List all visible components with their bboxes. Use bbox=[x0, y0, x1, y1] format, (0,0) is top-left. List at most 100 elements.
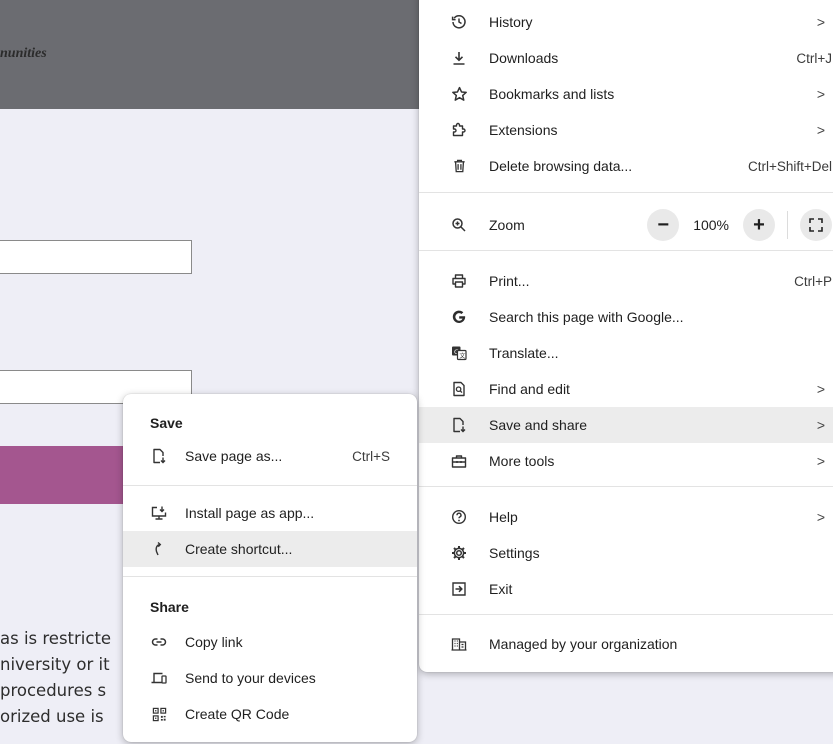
google-icon bbox=[447, 305, 471, 329]
section-title-save: Save bbox=[150, 415, 183, 431]
chevron-right-icon: > bbox=[816, 509, 825, 525]
section-title-share: Share bbox=[150, 599, 189, 615]
chevron-right-icon: > bbox=[816, 381, 825, 397]
menu-item-label: Bookmarks and lists bbox=[489, 86, 615, 102]
browser-main-menu: History > Downloads Ctrl+J Bookmarks and… bbox=[419, 0, 833, 672]
menu-item-label: Create QR Code bbox=[185, 706, 290, 722]
menu-item-copy-link[interactable]: Copy link bbox=[123, 624, 417, 660]
menu-item-settings[interactable]: Settings bbox=[419, 535, 833, 571]
history-icon bbox=[447, 10, 471, 34]
toolbox-icon bbox=[447, 449, 471, 473]
shortcut-label: Ctrl+Shift+Del bbox=[747, 158, 832, 174]
shortcut-label: Ctrl+P bbox=[794, 273, 832, 289]
menu-item-history[interactable]: History > bbox=[419, 4, 833, 40]
shortcut-arrow-icon bbox=[147, 537, 171, 561]
notice-text-line: niversity or it bbox=[0, 655, 110, 674]
exit-icon bbox=[447, 577, 471, 601]
save-share-icon bbox=[447, 413, 471, 437]
menu-item-label: Send to your devices bbox=[185, 670, 316, 686]
building-icon bbox=[447, 632, 471, 656]
menu-item-label: Settings bbox=[489, 545, 540, 561]
save-page-icon bbox=[147, 444, 171, 468]
menu-item-downloads[interactable]: Downloads Ctrl+J bbox=[419, 40, 833, 76]
link-icon bbox=[147, 630, 171, 654]
download-icon bbox=[447, 46, 471, 70]
puzzle-icon bbox=[447, 118, 471, 142]
menu-item-send-to-devices[interactable]: Send to your devices bbox=[123, 660, 417, 696]
menu-item-label: History bbox=[489, 14, 533, 30]
gear-icon bbox=[447, 541, 471, 565]
username-field[interactable] bbox=[0, 240, 192, 274]
qr-code-icon bbox=[147, 702, 171, 726]
zoom-in-button[interactable]: + bbox=[743, 209, 775, 241]
notice-text-line: procedures s bbox=[0, 681, 107, 700]
menu-item-save-page-as[interactable]: Save page as... Ctrl+S bbox=[123, 438, 417, 474]
menu-item-find-and-edit[interactable]: Find and edit > bbox=[419, 371, 833, 407]
devices-icon bbox=[147, 666, 171, 690]
install-app-icon bbox=[147, 501, 171, 525]
menu-item-label: Save and share bbox=[489, 417, 588, 433]
menu-item-label: Find and edit bbox=[489, 381, 570, 397]
save-and-share-submenu: Save Save page as... Ctrl+S Install page… bbox=[123, 394, 417, 742]
chevron-right-icon: > bbox=[816, 417, 825, 433]
zoom-out-button[interactable]: − bbox=[647, 209, 680, 241]
shortcut-label: Ctrl+J bbox=[796, 50, 832, 66]
zoom-icon bbox=[447, 213, 471, 237]
menu-item-more-tools[interactable]: More tools > bbox=[419, 443, 833, 479]
menu-divider bbox=[123, 576, 417, 577]
menu-divider bbox=[419, 614, 833, 615]
zoom-level: 100% bbox=[693, 217, 729, 233]
menu-item-help[interactable]: Help > bbox=[419, 499, 833, 535]
menu-item-exit[interactable]: Exit bbox=[419, 571, 833, 607]
star-icon bbox=[447, 82, 471, 106]
menu-divider bbox=[123, 485, 417, 486]
menu-item-create-shortcut[interactable]: Create shortcut... bbox=[123, 531, 417, 567]
print-icon bbox=[447, 269, 471, 293]
menu-item-label: Downloads bbox=[489, 50, 559, 66]
trash-icon bbox=[447, 154, 471, 178]
zoom-controls: − 100% + bbox=[647, 207, 832, 243]
menu-divider bbox=[419, 486, 833, 487]
svg-text:文: 文 bbox=[459, 352, 465, 360]
chevron-right-icon: > bbox=[816, 14, 825, 30]
menu-item-delete-browsing-data[interactable]: Delete browsing data... Ctrl+Shift+Del bbox=[419, 148, 833, 184]
menu-item-label: Delete browsing data... bbox=[489, 158, 633, 174]
menu-item-label: Save page as... bbox=[185, 448, 283, 464]
menu-item-print[interactable]: Print... Ctrl+P bbox=[419, 263, 833, 299]
menu-item-label: Print... bbox=[489, 273, 530, 289]
menu-item-label: Managed by your organization bbox=[489, 636, 678, 652]
menu-item-bookmarks[interactable]: Bookmarks and lists > bbox=[419, 76, 833, 112]
login-button[interactable] bbox=[0, 446, 140, 504]
chevron-right-icon: > bbox=[816, 453, 825, 469]
menu-item-label: Exit bbox=[489, 581, 513, 597]
menu-item-label: Install page as app... bbox=[185, 505, 315, 521]
menu-divider bbox=[419, 192, 833, 193]
fullscreen-button[interactable] bbox=[800, 209, 832, 241]
notice-text-line: orized use is bbox=[0, 707, 104, 726]
notice-text-line: as is restricte bbox=[0, 629, 112, 648]
menu-item-save-and-share[interactable]: Save and share > bbox=[419, 407, 833, 443]
menu-divider bbox=[419, 250, 833, 251]
menu-item-label: Help bbox=[489, 509, 518, 525]
menu-item-zoom: Zoom − 100% + bbox=[419, 200, 833, 250]
menu-item-managed[interactable]: Managed by your organization bbox=[419, 626, 833, 662]
menu-item-label: Extensions bbox=[489, 122, 558, 138]
page-header-title: nunities bbox=[0, 46, 47, 61]
menu-item-label: Search this page with Google... bbox=[489, 309, 684, 325]
help-icon bbox=[447, 505, 471, 529]
menu-item-extensions[interactable]: Extensions > bbox=[419, 112, 833, 148]
chevron-right-icon: > bbox=[816, 122, 825, 138]
menu-item-label: Copy link bbox=[185, 634, 243, 650]
chevron-right-icon: > bbox=[816, 86, 825, 102]
menu-item-create-qr-code[interactable]: Create QR Code bbox=[123, 696, 417, 732]
menu-item-install-app[interactable]: Install page as app... bbox=[123, 495, 417, 531]
find-icon bbox=[447, 377, 471, 401]
fullscreen-icon bbox=[809, 218, 823, 232]
menu-item-label: Translate... bbox=[489, 345, 559, 361]
menu-item-label: Create shortcut... bbox=[185, 541, 293, 557]
shortcut-label: Ctrl+S bbox=[352, 448, 390, 464]
menu-item-search-google[interactable]: Search this page with Google... bbox=[419, 299, 833, 335]
menu-item-translate[interactable]: G文 Translate... bbox=[419, 335, 833, 371]
menu-item-label: More tools bbox=[489, 453, 555, 469]
zoom-divider bbox=[787, 211, 788, 239]
